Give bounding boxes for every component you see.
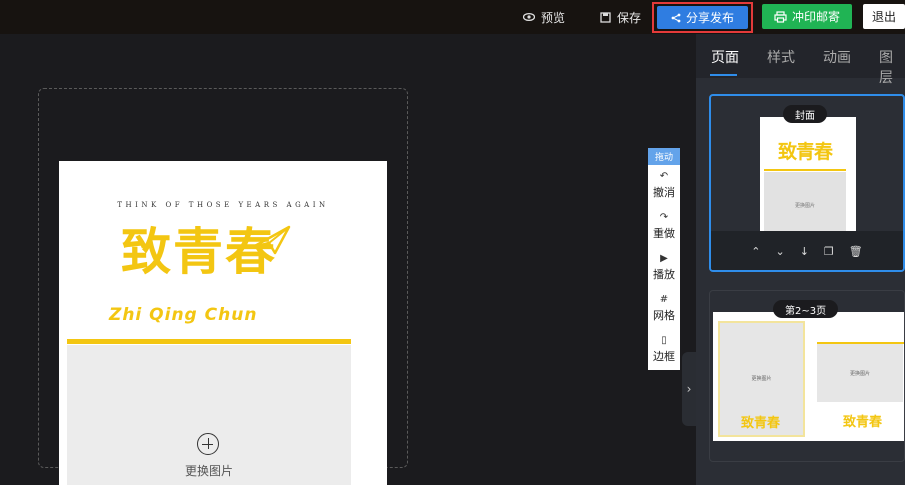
border-button[interactable]: ▯ 边框	[648, 329, 680, 370]
cover-page[interactable]: THINK OF THOSE YEARS AGAIN 致青春 Zhi Qing …	[59, 161, 387, 485]
thumb-left-title: 致青春	[741, 416, 781, 431]
share-icon	[671, 13, 681, 22]
thumb-divider	[764, 169, 846, 171]
spread-thumbnail: 更换图片 致青春 更换图片 致青春	[713, 312, 904, 441]
delete-icon[interactable]: 🗑	[849, 245, 863, 258]
play-icon: ▶	[660, 252, 668, 264]
phone-frame-icon: ▯	[661, 334, 667, 346]
panel-collapse-button[interactable]: ›	[682, 352, 696, 426]
replace-image-label[interactable]: 更换图片	[67, 462, 351, 479]
grid-icon: #	[659, 293, 669, 305]
tab-layers[interactable]: 图层	[879, 47, 905, 87]
undo-icon: ↶	[659, 170, 669, 182]
drag-label: 拖动	[654, 153, 673, 163]
floating-toolbar: 拖动 ↶ 撤消 ↷ 重做 ▶ 播放 # 网格 ▯ 边框	[648, 148, 680, 370]
border-label: 边框	[653, 349, 675, 363]
move-down-icon[interactable]: ⌄	[775, 245, 784, 258]
printer-icon	[774, 10, 787, 23]
undo-label: 撤消	[653, 185, 675, 199]
share-highlight-box: 分享发布	[652, 2, 753, 33]
thumb-left-label: 更换图片	[751, 376, 772, 382]
thumb-right-label: 更换图片	[849, 371, 870, 377]
undo-button[interactable]: ↶ 撤消	[648, 165, 680, 206]
tab-pages[interactable]: 页面	[711, 47, 739, 67]
redo-icon: ↷	[659, 211, 669, 223]
thumb-title-cn: 致青春	[778, 141, 833, 163]
thumb-right-placeholder: 更换图片	[817, 344, 903, 402]
thumb-image-placeholder: 更换图片	[764, 172, 846, 232]
save-button[interactable]: 保存	[600, 0, 641, 34]
active-tab-indicator	[710, 74, 737, 76]
exit-label: 退出	[871, 10, 896, 24]
play-label: 播放	[653, 267, 675, 281]
thumb-right-title: 致青春	[843, 415, 883, 430]
save-label: 保存	[617, 10, 642, 25]
copy-page-icon[interactable]: ❐	[824, 245, 834, 258]
cover-divider	[67, 339, 351, 344]
save-icon	[600, 11, 611, 23]
move-up-icon[interactable]: ⌃	[751, 245, 760, 258]
tab-styles[interactable]: 样式	[767, 47, 795, 67]
image-placeholder[interactable]: 更换图片	[67, 345, 351, 485]
share-label: 分享发布	[685, 11, 734, 25]
cover-title-cn[interactable]: 致青春	[121, 227, 321, 277]
exit-button[interactable]: 退出	[863, 4, 905, 29]
page-card-actions: ⌃ ⌄ ↓ ❐ 🗑	[711, 231, 903, 270]
page-card-cover[interactable]: 封面 致青春 更换图片 ⌃ ⌄ ↓ ❐ 🗑	[709, 94, 905, 272]
print-label: 冲印邮寄	[791, 10, 840, 24]
grid-button[interactable]: # 网格	[648, 288, 680, 329]
preview-button[interactable]: 预览	[523, 0, 565, 34]
share-publish-button[interactable]: 分享发布	[657, 6, 748, 29]
eye-icon	[523, 12, 535, 22]
page-card-spread[interactable]: 第2~3页 更换图片 致青春 更换图片 致青春	[709, 290, 905, 462]
cover-tagline[interactable]: THINK OF THOSE YEARS AGAIN	[59, 201, 387, 209]
preview-label: 预览	[541, 10, 566, 25]
top-toolbar: 预览 保存 分享发布 冲印邮寄 退出	[0, 0, 905, 34]
grid-label: 网格	[653, 308, 675, 322]
page-card-label: 封面	[783, 105, 827, 123]
print-mail-button[interactable]: 冲印邮寄	[762, 4, 852, 29]
download-icon[interactable]: ↓	[800, 245, 809, 258]
cover-title-en[interactable]: Zhi Qing Chun	[109, 305, 339, 325]
add-circle-icon[interactable]	[197, 433, 219, 455]
tab-animation[interactable]: 动画	[823, 47, 851, 67]
play-button[interactable]: ▶ 播放	[648, 247, 680, 288]
toolbar-drag-handle[interactable]: 拖动	[648, 148, 680, 165]
right-panel: 页面 样式 动画 图层 封面 致青春 更换图片 ⌃ ⌄ ↓ ❐ 🗑 第2~3页	[696, 34, 905, 485]
editor-root: 预览 保存 分享发布 冲印邮寄 退出 THINK OF THOSE YEARS …	[0, 0, 905, 485]
page-card-label: 第2~3页	[773, 300, 839, 318]
redo-button[interactable]: ↷ 重做	[648, 206, 680, 247]
redo-label: 重做	[653, 226, 675, 240]
chevron-right-icon: ›	[686, 382, 692, 396]
panel-tabs: 页面 样式 动画 图层	[696, 34, 905, 86]
